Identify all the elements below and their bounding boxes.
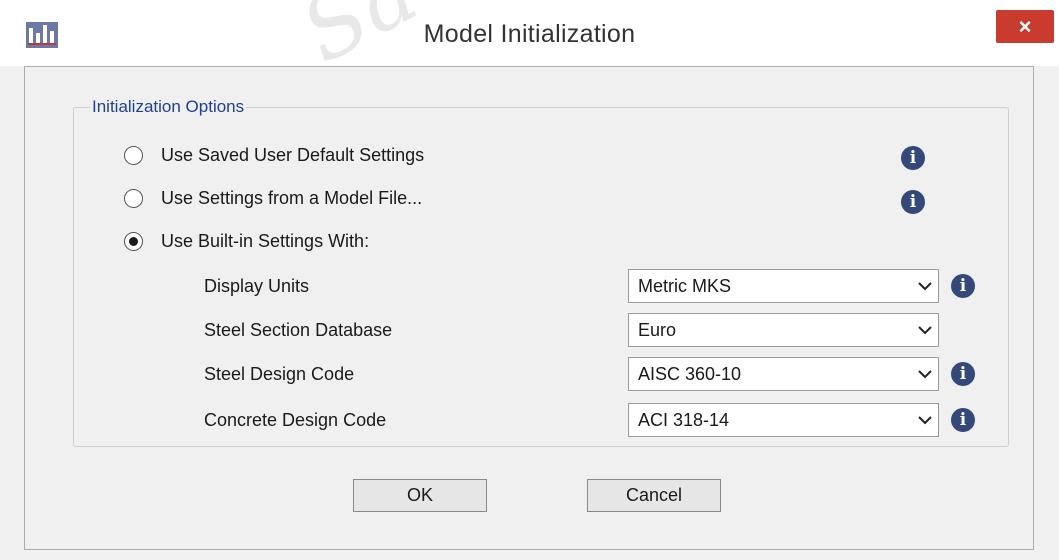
window-title: Model Initialization xyxy=(423,20,636,48)
title-bar[interactable]: Sa Model Initialization × xyxy=(0,0,1059,83)
display-units-label: Display Units xyxy=(204,276,310,296)
concrete-design-code-label: Concrete Design Code xyxy=(204,410,387,430)
steel-section-database-select[interactable]: Euro xyxy=(628,313,939,347)
radio-button-selected[interactable] xyxy=(124,232,143,251)
group-legend: Initialization Options xyxy=(92,97,245,116)
radio-label: Use Saved User Default Settings xyxy=(161,145,425,165)
info-icon[interactable]: i xyxy=(901,146,925,170)
info-icon[interactable]: i xyxy=(951,362,975,386)
concrete-design-code-select[interactable]: ACI 318-14 xyxy=(628,403,939,437)
select-value: AISC 360-10 xyxy=(638,363,742,384)
select-value: Euro xyxy=(638,319,677,340)
select-value: ACI 318-14 xyxy=(638,409,730,430)
close-button[interactable]: × xyxy=(996,10,1054,43)
steel-design-code-label: Steel Design Code xyxy=(204,364,355,384)
ok-button[interactable]: OK xyxy=(353,479,487,512)
radio-model-file[interactable]: Use Settings from a Model File... xyxy=(124,188,422,209)
radio-saved-defaults[interactable]: Use Saved User Default Settings xyxy=(124,145,424,166)
dialog-content: Initialization Options Use Saved User De… xyxy=(24,66,1034,550)
chevron-down-icon xyxy=(912,270,938,302)
chevron-down-icon xyxy=(912,358,938,390)
select-value: Metric MKS xyxy=(638,275,732,296)
steel-design-code-select[interactable]: AISC 360-10 xyxy=(628,357,939,391)
close-icon: × xyxy=(1018,13,1032,39)
radio-label: Use Settings from a Model File... xyxy=(161,188,423,208)
info-icon[interactable]: i xyxy=(951,274,975,298)
chevron-down-icon xyxy=(912,314,938,346)
chevron-down-icon xyxy=(912,404,938,436)
display-units-select[interactable]: Metric MKS xyxy=(628,269,939,303)
initialization-options-group: Initialization Options Use Saved User De… xyxy=(73,97,1009,447)
info-icon[interactable]: i xyxy=(901,190,925,214)
radio-button[interactable] xyxy=(124,146,143,165)
radio-built-in[interactable]: Use Built-in Settings With: xyxy=(124,231,369,252)
steel-section-database-label: Steel Section Database xyxy=(204,320,393,340)
dialog-window: Sa Model Initialization × Initialization… xyxy=(0,0,1059,560)
cancel-button[interactable]: Cancel xyxy=(587,479,721,512)
radio-button[interactable] xyxy=(124,189,143,208)
info-icon[interactable]: i xyxy=(951,408,975,432)
radio-label: Use Built-in Settings With: xyxy=(161,231,370,251)
